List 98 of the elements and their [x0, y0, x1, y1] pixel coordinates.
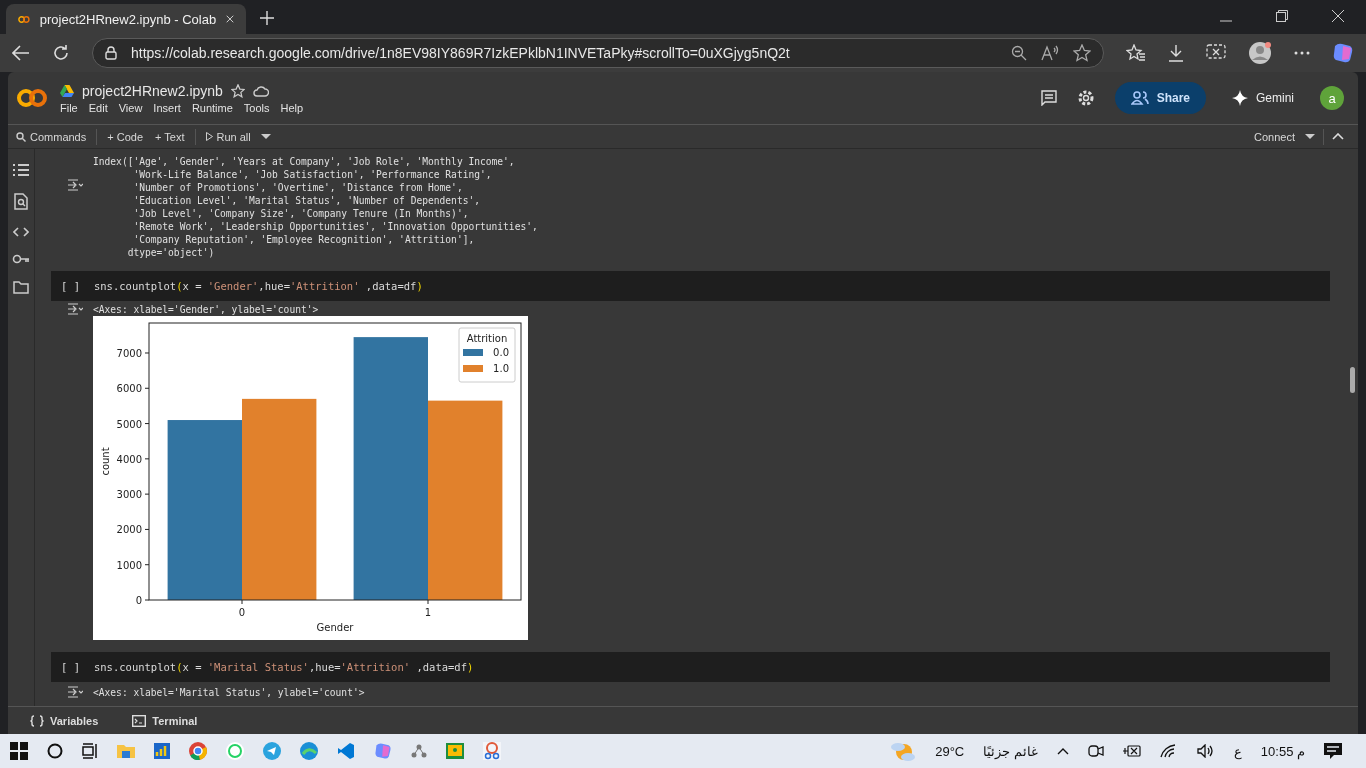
weather-text: غائم جزئيًا: [983, 743, 1038, 759]
chevron-up-icon[interactable]: [1056, 747, 1069, 755]
x-tick-label: 0: [238, 607, 246, 618]
add-text-button[interactable]: + Text: [153, 130, 187, 143]
star-icon[interactable]: [1073, 44, 1091, 62]
run-marker[interactable]: [ ]: [61, 661, 80, 673]
camera-icon[interactable]: [1087, 744, 1104, 758]
menu-item[interactable]: Insert: [153, 101, 181, 114]
lock-icon: [105, 46, 117, 60]
legend-title: Attrition: [466, 333, 508, 344]
legend-label: 1.0: [493, 363, 509, 374]
commands-button[interactable]: Commands: [14, 130, 89, 143]
y-tick-label: 5000: [116, 418, 142, 430]
braces-icon: [30, 714, 44, 727]
zoom-out-icon[interactable]: [1011, 45, 1027, 61]
folder-icon[interactable]: [13, 281, 29, 294]
reload-icon[interactable]: [52, 44, 70, 62]
find-icon[interactable]: [14, 193, 28, 210]
code-icon[interactable]: [13, 227, 29, 237]
clock[interactable]: 10:55 م: [1260, 743, 1305, 759]
output-toggle-icon[interactable]: [67, 686, 83, 698]
star-icon[interactable]: [230, 83, 245, 98]
play-icon: [205, 132, 213, 141]
tab-title: project2HRnew2.ipynb - Colab: [39, 11, 217, 27]
variables-button[interactable]: Variables: [24, 713, 105, 728]
y-tick-label: 7000: [116, 348, 142, 359]
share-button[interactable]: Share: [1114, 82, 1206, 114]
scrollbar-thumb[interactable]: [1350, 367, 1355, 393]
terminal-icon: [132, 714, 147, 727]
favorites-icon[interactable]: [1126, 44, 1146, 62]
temperature: 29°C: [935, 743, 965, 759]
y-tick-label: 0: [135, 595, 142, 606]
browser-tab[interactable]: project2HRnew2.ipynb - Colab: [6, 4, 246, 34]
legend-label: 0.0: [493, 347, 509, 358]
x-axis-label: Gender: [316, 622, 354, 633]
table-of-contents-icon[interactable]: [13, 164, 29, 176]
read-aloud-icon[interactable]: [1041, 45, 1059, 61]
output-toggle-icon[interactable]: [67, 303, 83, 315]
windows-start-icon[interactable]: [10, 742, 28, 760]
network-nodes-icon[interactable]: [411, 744, 427, 758]
terminal-button[interactable]: Terminal: [126, 713, 204, 728]
keyboard-language[interactable]: ع: [1233, 743, 1242, 759]
output-toggle-icon[interactable]: [67, 179, 83, 191]
add-code-button[interactable]: + Code: [105, 130, 146, 143]
sparkle-icon: [1232, 90, 1248, 106]
caret-icon[interactable]: [1305, 134, 1315, 139]
volume-icon[interactable]: [1196, 744, 1215, 758]
new-tab-icon[interactable]: [260, 11, 274, 25]
people-icon: [1130, 91, 1149, 105]
search-icon: [16, 131, 26, 142]
code-line: sns.countplot(x = 'Marital Status',hue='Attrition' ,data=df): [93, 661, 474, 673]
run-all-button[interactable]: Run all: [203, 130, 253, 143]
x-tick-label: 1: [424, 607, 432, 618]
menu-item[interactable]: Runtime: [191, 101, 233, 114]
y-axis-label: count: [100, 447, 111, 476]
menu-item[interactable]: File: [60, 101, 78, 114]
connect-button[interactable]: Connect: [1252, 130, 1297, 143]
battery-icon[interactable]: [1122, 745, 1141, 757]
settings-icon[interactable]: [1076, 89, 1095, 107]
menu-item[interactable]: Help: [280, 101, 304, 114]
task-view-icon[interactable]: [82, 743, 98, 759]
menu-item[interactable]: Edit: [88, 101, 108, 114]
code-line: sns.countplot(x = 'Gender',hue='Attrition' ,data=df): [93, 280, 423, 292]
code-cell[interactable]: [ ] sns.countplot(x = 'Marital Status',hue='Attrition' ,data=df): [51, 652, 1330, 682]
y-tick-label: 1000: [116, 559, 142, 571]
comment-icon[interactable]: [1040, 90, 1057, 106]
y-tick-label: 6000: [116, 383, 142, 395]
search-icon[interactable]: [47, 743, 63, 759]
output-text: Index(['Age', 'Gender', 'Years at Company', 'Job Role', 'Monthly Income', 'Work-Life Balance', 'Job Satisfaction', 'Performance Rating', 'Number of Promotions', 'Overtime', 'Distance from Home', 'Education Level', 'Marital Status', 'Number of Dependents', 'Job Level', 'Company Size', 'Company Tenure (In Months)', 'Remote Work', 'Leadership Opportunities', 'Innovation Opportunities', 'Company Reputation', 'Employee Recognition', 'Attrition'], dtype='object'): [93, 155, 538, 259]
notebook-title[interactable]: project2HRnew2.ipynb: [82, 82, 223, 99]
menu-item[interactable]: Tools: [243, 101, 270, 114]
menu-item[interactable]: View: [118, 101, 143, 114]
profile-icon[interactable]: [1248, 41, 1272, 65]
caret-icon[interactable]: [260, 134, 271, 139]
run-marker[interactable]: [ ]: [61, 280, 80, 292]
download-icon[interactable]: [1168, 44, 1184, 62]
close-icon[interactable]: [1332, 10, 1344, 22]
y-tick-label: 2000: [116, 524, 142, 536]
collapse-icon[interactable]: [1332, 133, 1344, 140]
restore-icon[interactable]: [1276, 10, 1288, 22]
back-icon[interactable]: [12, 45, 30, 61]
folder-icon[interactable]: [117, 743, 135, 759]
close-icon[interactable]: [226, 13, 234, 25]
y-tick-label: 3000: [116, 489, 142, 501]
cloud-icon[interactable]: [252, 84, 269, 97]
y-tick-label: 4000: [116, 453, 142, 465]
wifi-icon[interactable]: [1159, 744, 1178, 758]
screenshot-icon[interactable]: [1206, 44, 1226, 62]
notifications-icon[interactable]: [1324, 743, 1342, 759]
output-text: <Axes: xlabel='Marital Status', ylabel='count'>: [93, 686, 365, 699]
more-icon[interactable]: [1294, 51, 1310, 55]
gemini-button[interactable]: Gemini: [1226, 89, 1300, 107]
address-bar[interactable]: https://colab.research.google.com/drive/1n8EV98IY869R7IzkEPklbN1INVETaPky#scrollTo=0uXGjyg5nQ2t: [92, 38, 1104, 68]
code-cell[interactable]: [ ] sns.countplot(x = 'Gender',hue='Attrition' ,data=df): [51, 271, 1330, 301]
output-text: <Axes: xlabel='Gender', ylabel='count'>: [93, 303, 320, 316]
legend-box: [458, 327, 516, 383]
url-text: https://colab.research.google.com/drive/1n8EV98IY869R7IzkEPklbN1INVETaPky#scrollTo=0uXGjyg5nQ2t: [131, 45, 790, 61]
key-icon[interactable]: [12, 254, 30, 264]
